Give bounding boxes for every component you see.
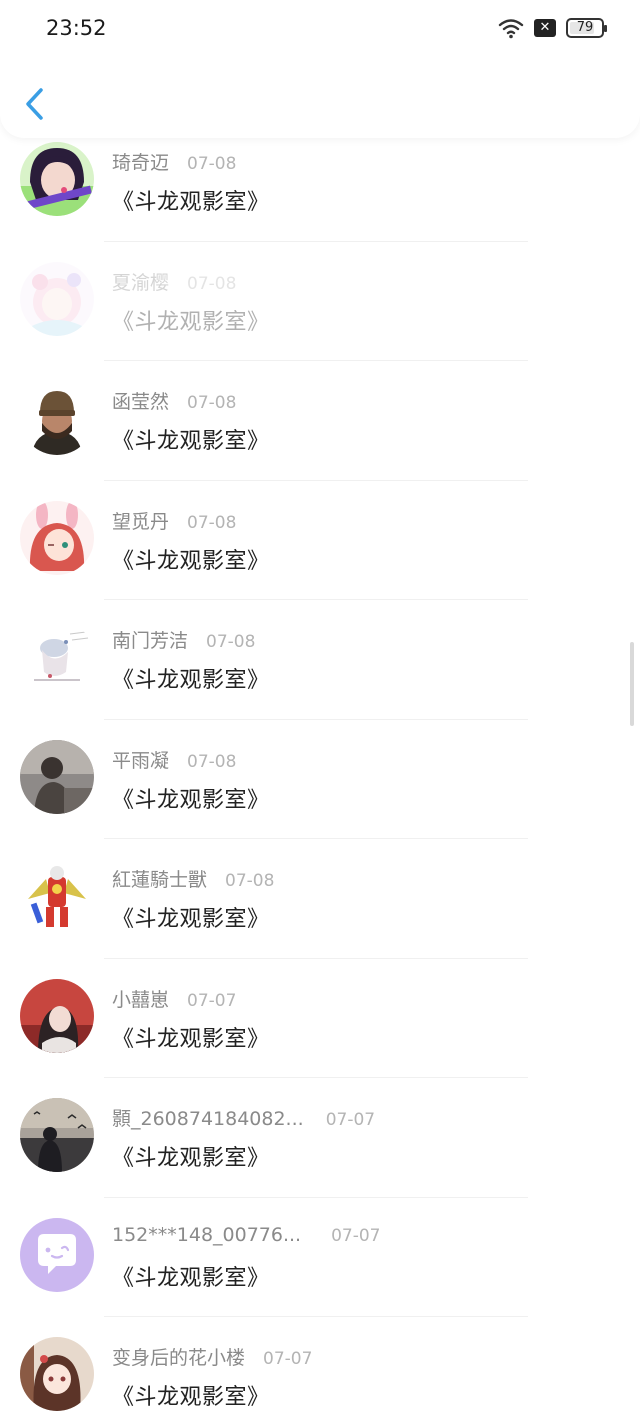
no-sim-icon: ✕: [534, 19, 556, 37]
user-name[interactable]: 夏渝樱: [112, 268, 169, 295]
user-name[interactable]: 152***148_00776...: [112, 1224, 301, 1246]
avatar[interactable]: [20, 978, 94, 1053]
list-item[interactable]: 夏渝樱 07-08 《斗龙观影室》: [0, 242, 640, 361]
item-date: 07-08: [187, 512, 237, 533]
item-date: 07-07: [187, 990, 237, 1011]
user-name[interactable]: 变身后的花小楼: [112, 1343, 245, 1370]
item-title: 《斗龙观影室》: [112, 309, 270, 335]
list-item[interactable]: 顥_260874184082... 07-07 《斗龙观影室》: [0, 1078, 640, 1198]
wifi-icon: [498, 19, 524, 39]
list-item[interactable]: 变身后的花小楼 07-07 《斗龙观影室》: [0, 1317, 640, 1422]
anime-girl-brown-hair-icon: [20, 1337, 94, 1411]
item-title: 《斗龙观影室》: [112, 548, 270, 574]
avatar[interactable]: [20, 261, 94, 336]
item-header: 南门芳洁 07-08: [112, 626, 255, 653]
item-title: 《斗龙观影室》: [112, 787, 270, 813]
user-name[interactable]: 琦奇迈: [112, 148, 169, 175]
user-name[interactable]: 函莹然: [112, 387, 169, 414]
item-header: 紅蓮騎士獸 07-08: [112, 865, 274, 892]
battery-percent: 79: [576, 20, 594, 35]
item-header: 152***148_00776... 07-07: [112, 1224, 381, 1246]
list-item[interactable]: 152***148_00776... 07-07 《斗龙观影室》: [0, 1198, 640, 1317]
list-item[interactable]: 南门芳洁 07-08 《斗龙观影室》: [0, 600, 640, 720]
sunset-birds-icon: [20, 1098, 94, 1172]
item-header: 变身后的花小楼 07-07: [112, 1343, 312, 1370]
item-date: 07-08: [187, 751, 237, 772]
list-item[interactable]: 小囍崽 07-07 《斗龙观影室》: [0, 959, 640, 1078]
chat-bubble-default-icon: [20, 1217, 94, 1292]
item-date: 07-08: [206, 632, 256, 652]
avatar[interactable]: [20, 739, 94, 814]
red-knight-robot-icon: [20, 859, 94, 933]
avatar[interactable]: [20, 859, 94, 933]
user-name[interactable]: 小囍崽: [112, 985, 169, 1012]
avatar[interactable]: [20, 620, 94, 694]
item-title: 《斗龙观影室》: [112, 1265, 270, 1291]
avatar[interactable]: [20, 142, 94, 216]
anime-girl-dark-hair-icon: [20, 142, 94, 216]
avatar[interactable]: [20, 1217, 94, 1292]
user-name[interactable]: 紅蓮騎士獸: [112, 865, 207, 892]
scrollbar[interactable]: [630, 642, 634, 726]
item-header: 平雨凝 07-08: [112, 746, 236, 773]
item-header: 顥_260874184082... 07-07: [112, 1104, 375, 1131]
avatar[interactable]: [20, 1337, 94, 1411]
notification-list: 琦奇迈 07-08 《斗龙观影室》 夏渝樱 07-08 《斗龙观影室》 函莹然 …: [0, 122, 640, 1422]
item-header: 夏渝樱 07-08: [112, 268, 236, 295]
list-item[interactable]: 紅蓮騎士獸 07-08 《斗龙观影室》: [0, 839, 640, 959]
item-title: 《斗龙观影室》: [112, 1026, 270, 1052]
item-date: 07-07: [263, 1349, 313, 1369]
item-header: 小囍崽 07-07: [112, 985, 236, 1012]
status-time: 23:52: [46, 16, 107, 40]
avatar[interactable]: [20, 1098, 94, 1172]
user-name[interactable]: 顥_260874184082...: [112, 1104, 304, 1131]
item-date: 07-08: [187, 154, 237, 174]
item-title: 《斗龙观影室》: [112, 429, 270, 454]
item-title: 《斗龙观影室》: [112, 1385, 270, 1410]
man-beanie-icon: [20, 381, 94, 455]
girl-red-background-icon: [20, 978, 94, 1053]
item-date: 07-08: [225, 871, 275, 891]
list-item[interactable]: 函莹然 07-08 《斗龙观影室》: [0, 361, 640, 481]
list-item[interactable]: 平雨凝 07-08 《斗龙观影室》: [0, 720, 640, 839]
screen: 23:52 ✕ 79 琦奇迈 07-08 《斗龙观影室》 夏渝樱 07-08 《…: [0, 0, 640, 1422]
avatar[interactable]: [20, 381, 94, 455]
battery-icon: 79: [566, 18, 607, 38]
user-name[interactable]: 平雨凝: [112, 746, 169, 773]
item-title: 《斗龙观影室》: [112, 668, 270, 693]
item-title: 《斗龙观影室》: [112, 907, 270, 932]
anime-girl-pastel-icon: [20, 261, 94, 336]
item-date: 07-08: [187, 273, 237, 294]
item-date: 07-07: [331, 1225, 381, 1246]
avatar[interactable]: [20, 500, 94, 575]
back-button[interactable]: [20, 84, 50, 124]
item-header: 望觅丹 07-08: [112, 507, 236, 534]
anime-girl-bunny-icon: [20, 500, 94, 575]
user-name[interactable]: 南门芳洁: [112, 626, 188, 653]
header-bar: 23:52 ✕ 79: [0, 0, 640, 138]
user-name[interactable]: 望觅丹: [112, 507, 169, 534]
sketch-figure-icon: [20, 620, 94, 694]
status-icons: ✕ 79: [498, 17, 607, 39]
item-date: 07-07: [325, 1110, 376, 1130]
item-title: 《斗龙观影室》: [112, 1146, 270, 1171]
list-item[interactable]: 琦奇迈 07-08 《斗龙观影室》: [0, 122, 640, 242]
list-item[interactable]: 望觅丹 07-08 《斗龙观影室》: [0, 481, 640, 600]
item-header: 函莹然 07-08: [112, 387, 236, 414]
item-title: 《斗龙观影室》: [112, 190, 270, 215]
item-header: 琦奇迈 07-08: [112, 148, 236, 175]
item-date: 07-08: [187, 393, 237, 413]
person-grey-photo-icon: [20, 739, 94, 814]
